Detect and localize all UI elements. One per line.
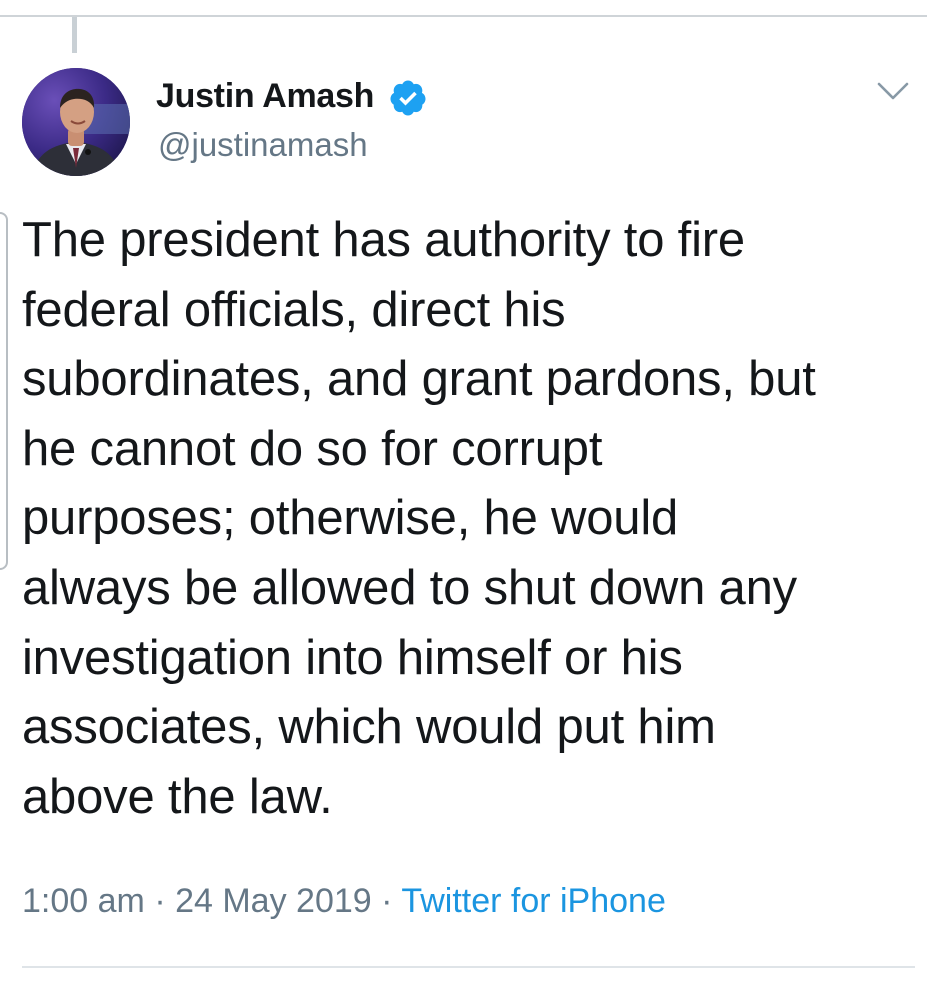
tweet-time[interactable]: 1:00 am — [22, 882, 145, 920]
meta-separator: · — [381, 882, 393, 920]
avatar-image — [22, 68, 130, 176]
tweet-date[interactable]: 24 May 2019 — [175, 882, 372, 920]
scroll-edge-indicator — [0, 212, 8, 570]
tweet-meta: 1:00 am · 24 May 2019 · Twitter for iPho… — [22, 882, 666, 921]
avatar[interactable] — [22, 68, 130, 176]
top-divider — [0, 15, 927, 17]
meta-separator: · — [154, 882, 166, 920]
bottom-divider — [22, 966, 915, 968]
tweet-source-link[interactable]: Twitter for iPhone — [401, 882, 666, 920]
chevron-down-icon[interactable] — [873, 78, 913, 104]
tweet-text: The president has authority to fire fede… — [22, 213, 816, 824]
author-handle[interactable]: @justinamash — [158, 126, 368, 164]
author-name[interactable]: Justin Amash — [156, 77, 374, 116]
thread-connector-line — [72, 17, 77, 53]
verified-badge-icon — [390, 80, 426, 116]
